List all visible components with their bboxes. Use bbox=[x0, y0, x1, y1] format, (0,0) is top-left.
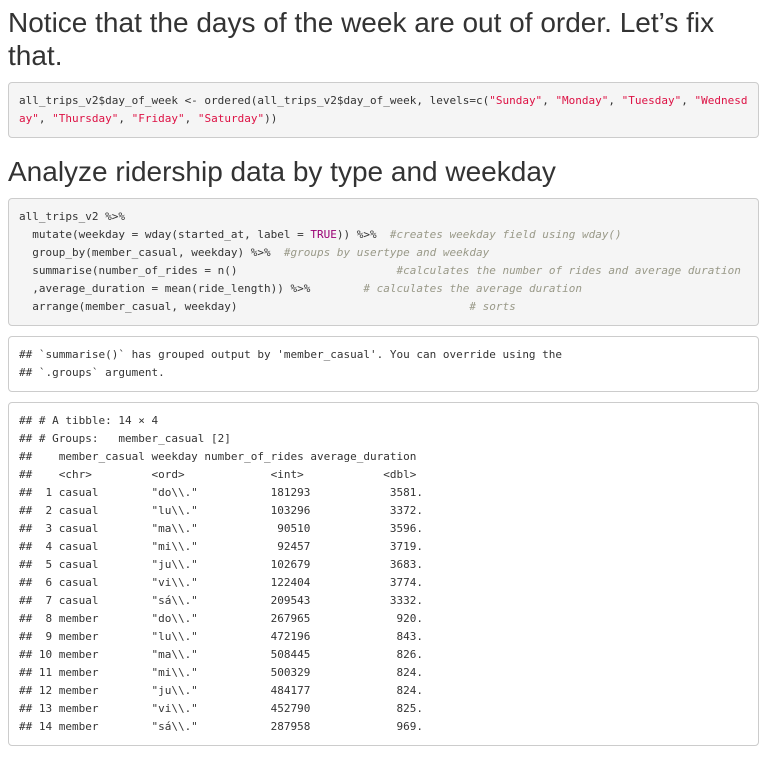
table-row: ## 12 member "ju\\." 484177 824. bbox=[19, 684, 423, 697]
code-text: arrange(member_casual, weekday) bbox=[19, 300, 470, 313]
table-row: ## 8 member "do\\." 267965 920. bbox=[19, 612, 423, 625]
document: Notice that the days of the week are out… bbox=[0, 0, 766, 746]
table-row: ## 11 member "mi\\." 500329 824. bbox=[19, 666, 423, 679]
table-row: ## 13 member "vi\\." 452790 825. bbox=[19, 702, 423, 715]
table-row: ## 7 casual "sá\\." 209543 3332. bbox=[19, 594, 423, 607]
level-sunday: "Sunday" bbox=[489, 94, 543, 107]
tibble-header-line: ## # A tibble: 14 × 4 bbox=[19, 414, 159, 427]
table-row: ## 2 casual "lu\\." 103296 3372. bbox=[19, 504, 423, 517]
level-thursday: "Thursday" bbox=[52, 112, 119, 125]
code-text: )) %>% bbox=[336, 228, 390, 241]
level-monday: "Monday" bbox=[555, 94, 609, 107]
table-row: ## 4 casual "mi\\." 92457 3719. bbox=[19, 540, 423, 553]
code-keyword: TRUE bbox=[310, 228, 337, 241]
table-row: ## 1 casual "do\\." 181293 3581. bbox=[19, 486, 423, 499]
tibble-header-line: ## member_casual weekday number_of_rides… bbox=[19, 450, 417, 463]
table-row: ## 10 member "ma\\." 508445 826. bbox=[19, 648, 423, 661]
code-text: ,average_duration = mean(ride_length)) %… bbox=[19, 282, 364, 295]
code-comment: #groups by usertype and weekday bbox=[283, 246, 490, 259]
message-line: ## `.groups` argument. bbox=[19, 366, 165, 379]
code-block-reorder-days: all_trips_v2$day_of_week <- ordered(all_… bbox=[8, 82, 759, 138]
level-saturday: "Saturday" bbox=[197, 112, 265, 125]
code-text: )) bbox=[264, 112, 278, 125]
table-row: ## 3 casual "ma\\." 90510 3596. bbox=[19, 522, 423, 535]
level-friday: "Friday" bbox=[131, 112, 185, 125]
code-comment: #creates weekday field using wday() bbox=[389, 228, 622, 241]
tibble-header-line: ## # Groups: member_casual [2] bbox=[19, 432, 231, 445]
level-tuesday: "Tuesday" bbox=[621, 94, 682, 107]
tibble-header-line: ## <chr> <ord> <int> <dbl> bbox=[19, 468, 417, 481]
code-text: mutate(weekday = wday(started_at, label … bbox=[19, 228, 311, 241]
section-heading-analyze: Analyze ridership data by type and weekd… bbox=[8, 156, 556, 187]
table-row: ## 5 casual "ju\\." 102679 3683. bbox=[19, 558, 423, 571]
code-text: all_trips_v2$day_of_week <- ordered(all_… bbox=[19, 94, 490, 107]
table-row: ## 14 member "sá\\." 287958 969. bbox=[19, 720, 423, 733]
table-row: ## 9 member "lu\\." 472196 843. bbox=[19, 630, 423, 643]
code-line: group_by(member_casual, weekday) %>% #gr… bbox=[19, 244, 748, 262]
code-text: group_by(member_casual, weekday) %>% bbox=[19, 246, 284, 259]
code-line: all_trips_v2 %>% bbox=[19, 210, 125, 223]
code-text: summarise(number_of_rides = n() bbox=[19, 264, 397, 277]
table-row: ## 6 casual "vi\\." 122404 3774. bbox=[19, 576, 423, 589]
code-comment: #calculates the number of rides and aver… bbox=[396, 264, 741, 277]
code-line: arrange(member_casual, weekday) # sorts bbox=[19, 298, 748, 316]
code-line: summarise(number_of_rides = n() #calcula… bbox=[19, 262, 748, 280]
code-line: ,average_duration = mean(ride_length)) %… bbox=[19, 280, 748, 298]
code-comment: # calculates the average duration bbox=[363, 282, 582, 295]
code-block-analyze: all_trips_v2 %>% mutate(weekday = wday(s… bbox=[8, 198, 759, 326]
section-heading-reorder: Notice that the days of the week are out… bbox=[8, 7, 715, 71]
output-tibble: ## # A tibble: 14 × 4 ## # Groups: member… bbox=[8, 402, 759, 746]
message-line: ## `summarise()` has grouped output by '… bbox=[19, 348, 563, 361]
code-line: mutate(weekday = wday(started_at, label … bbox=[19, 226, 748, 244]
output-message: ## `summarise()` has grouped output by '… bbox=[8, 336, 759, 392]
code-comment: # sorts bbox=[469, 300, 516, 313]
